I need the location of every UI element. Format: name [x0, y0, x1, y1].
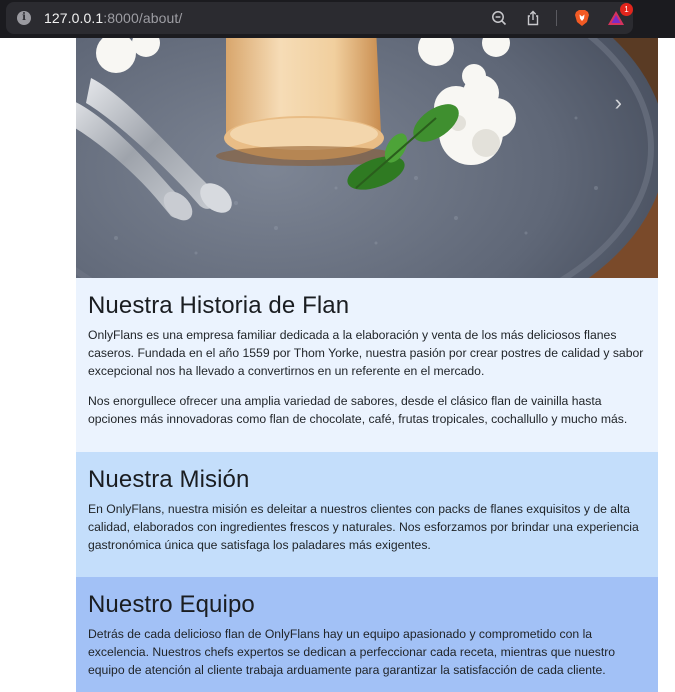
about-page-content: › Nuestra Historia de Flan OnlyFlans es …	[76, 38, 658, 692]
rewards-badge: 1	[620, 3, 633, 16]
history-paragraph-2: Nos enorgullece ofrecer una amplia varie…	[88, 394, 628, 426]
mission-title: Nuestra Misión	[88, 466, 250, 493]
zoom-icon[interactable]	[490, 9, 508, 27]
url-text[interactable]: 127.0.0.1:8000/about/	[44, 10, 182, 26]
site-info-icon[interactable]: i	[17, 11, 31, 25]
browser-toolbar: i 127.0.0.1:8000/about/ 1	[0, 0, 675, 38]
url-host: 127.0.0.1	[44, 10, 104, 26]
address-bar[interactable]: i 127.0.0.1:8000/about/ 1	[6, 2, 633, 34]
carousel-next-button[interactable]: ›	[615, 92, 622, 114]
history-paragraph-1: OnlyFlans es una empresa familiar dedica…	[88, 328, 644, 378]
address-bar-actions: 1	[474, 2, 633, 34]
brave-shields-icon[interactable]	[573, 9, 591, 27]
brave-rewards-icon[interactable]: 1	[607, 3, 633, 27]
mission-paragraph: En OnlyFlans, nuestra misión es deleitar…	[88, 502, 639, 552]
toolbar-separator	[556, 10, 557, 26]
share-icon[interactable]	[524, 9, 542, 27]
mission-section: Nuestra Misión En OnlyFlans, nuestra mis…	[76, 452, 658, 577]
flan-photo	[76, 38, 658, 278]
history-title: Nuestra Historia de Flan	[88, 292, 350, 319]
team-section: Nuestro Equipo Detrás de cada delicioso …	[76, 577, 658, 692]
team-title: Nuestro Equipo	[88, 591, 255, 618]
hero-carousel: ›	[76, 38, 658, 278]
team-paragraph: Detrás de cada delicioso flan de OnlyFla…	[88, 627, 616, 677]
history-section: Nuestra Historia de Flan OnlyFlans es un…	[76, 278, 658, 452]
url-path: :8000/about/	[103, 10, 183, 26]
